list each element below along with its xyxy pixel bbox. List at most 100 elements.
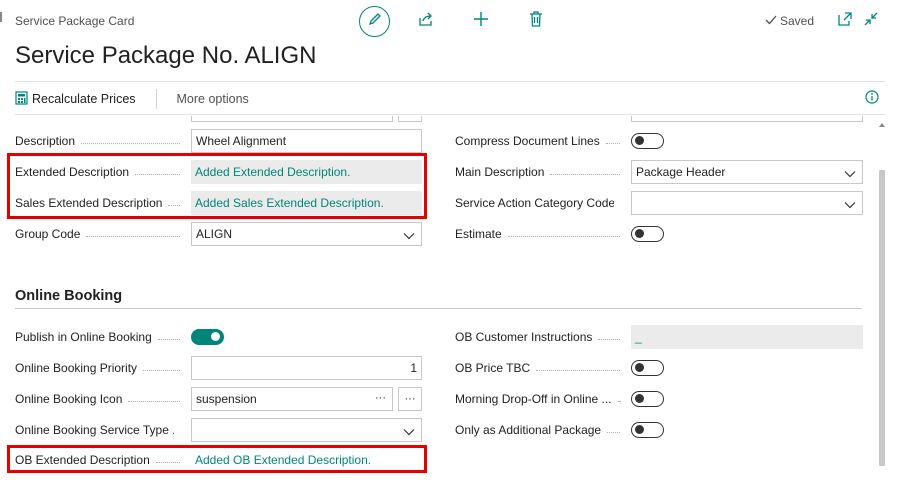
publish-label-row: Publish in Online Booking <box>15 325 186 349</box>
description-label: Description <box>15 134 76 148</box>
open-new-window-icon[interactable] <box>838 12 852 31</box>
compress-document-lines-label: Compress Document Lines <box>455 134 600 148</box>
page-caption: Service Package Card <box>15 14 135 28</box>
label-dots <box>507 235 620 237</box>
morning-dropoff-label-row: Morning Drop-Off in Online ... <box>455 387 626 411</box>
service-action-category-select[interactable] <box>631 191 863 215</box>
compress-document-lines-toggle[interactable] <box>631 133 664 149</box>
icon-label-row: Online Booking Icon <box>15 387 186 411</box>
share-button[interactable] <box>416 12 436 32</box>
action-bar-divider <box>15 114 885 115</box>
main-description-value: Package Header <box>636 165 726 179</box>
online-booking-icon-label: Online Booking Icon <box>15 392 123 406</box>
online-booking-service-type-label: Online Booking Service Type ... <box>15 423 174 437</box>
delete-icon <box>529 11 543 32</box>
group-code-label: Group Code <box>15 227 81 241</box>
chevron-down-icon <box>403 229 415 243</box>
label-dots <box>157 338 180 340</box>
only-additional-package-toggle[interactable] <box>631 422 664 438</box>
ob-price-tbc-toggle[interactable] <box>631 360 664 376</box>
description-input[interactable]: Wheel Alignment <box>191 129 422 153</box>
customer-instructions-label-row: OB Customer Instructions <box>455 325 626 349</box>
ob-price-tbc-label: OB Price TBC <box>455 361 531 375</box>
saved-label: Saved <box>780 14 815 28</box>
saved-indicator: Saved <box>765 14 814 28</box>
online-booking-priority-input[interactable]: 1 <box>191 356 422 380</box>
label-dots <box>607 431 620 433</box>
header-actions <box>359 6 546 37</box>
calculator-icon <box>15 90 28 108</box>
label-dots <box>128 400 180 402</box>
ellipsis-icon[interactable]: ··· <box>375 392 386 404</box>
collapse-icon[interactable] <box>864 12 878 31</box>
service-action-category-label: Service Action Category Code <box>455 196 614 210</box>
previous-row-right-input[interactable] <box>631 116 863 122</box>
ob-customer-instructions-value[interactable]: _ <box>631 325 863 349</box>
additional-package-label-row: Only as Additional Package <box>455 418 626 442</box>
window-controls <box>838 12 878 31</box>
label-dots <box>536 369 620 371</box>
page-content: Description Wheel Alignment Extended Des… <box>0 116 878 493</box>
price-tbc-label-row: OB Price TBC <box>455 356 626 380</box>
group-code-value: ALIGN <box>196 227 233 241</box>
publish-online-booking-toggle[interactable] <box>191 329 224 345</box>
edit-icon <box>368 12 382 31</box>
online-booking-service-type-select[interactable] <box>191 418 422 442</box>
label-dots <box>598 338 620 340</box>
ob-customer-instructions-label: OB Customer Instructions <box>455 330 593 344</box>
ellipsis-icon: ··· <box>404 393 416 405</box>
label-dots <box>617 400 620 402</box>
group-code-select[interactable]: ALIGN <box>191 222 422 246</box>
page-title: Service Package No. ALIGN <box>15 42 317 69</box>
online-booking-icon-lookup-button[interactable]: ··· <box>398 387 422 411</box>
service-action-label-row: Service Action Category Code <box>455 191 626 215</box>
label-dots <box>605 142 620 144</box>
online-booking-priority-label: Online Booking Priority <box>15 361 138 375</box>
label-dots <box>81 142 180 144</box>
share-icon <box>418 11 434 32</box>
label-dots <box>86 235 180 237</box>
edit-button[interactable] <box>359 6 390 37</box>
chevron-down-icon <box>403 425 415 439</box>
morning-dropoff-label: Morning Drop-Off in Online ... <box>455 392 612 406</box>
main-description-label: Main Description <box>455 165 545 179</box>
compress-label-row: Compress Document Lines <box>455 129 626 153</box>
label-dots <box>143 369 180 371</box>
morning-dropoff-toggle[interactable] <box>631 391 664 407</box>
new-icon <box>473 11 489 32</box>
only-additional-package-label: Only as Additional Package <box>455 423 602 437</box>
online-booking-section-title[interactable]: Online Booking <box>15 288 122 304</box>
estimate-label: Estimate <box>455 227 502 241</box>
delete-button[interactable] <box>526 11 546 32</box>
new-button[interactable] <box>471 12 491 32</box>
action-bar: Recalculate Prices More options <box>15 88 249 110</box>
service-type-label-row: Online Booking Service Type ... <box>15 418 186 442</box>
priority-label-row: Online Booking Priority <box>15 356 186 380</box>
checkmark-icon <box>765 14 777 28</box>
recalculate-prices-label: Recalculate Prices <box>32 92 136 106</box>
chevron-down-icon <box>844 167 856 181</box>
title-divider <box>15 81 885 82</box>
main-description-select[interactable]: Package Header <box>631 160 863 184</box>
recalculate-prices-button[interactable]: Recalculate Prices <box>15 90 136 108</box>
description-label-row: Description <box>15 129 186 153</box>
estimate-label-row: Estimate <box>455 222 626 246</box>
online-booking-icon-value: suspension <box>196 392 257 406</box>
label-dots <box>550 173 620 175</box>
previous-row-input[interactable] <box>191 116 393 122</box>
highlight-box-extended-descriptions <box>7 153 427 219</box>
scrollbar-thumb[interactable] <box>879 170 885 466</box>
highlight-box-ob-extended-description <box>7 445 427 473</box>
more-options-button[interactable]: More options <box>177 92 249 106</box>
previous-row-lookup[interactable] <box>398 116 422 122</box>
section-divider <box>15 308 862 309</box>
action-separator <box>155 89 157 109</box>
online-booking-icon-input[interactable]: suspension ··· <box>191 387 393 411</box>
chevron-down-icon <box>844 198 856 212</box>
window-edge-marker <box>0 12 2 22</box>
scroll-up-arrow[interactable] <box>878 116 886 127</box>
estimate-toggle[interactable] <box>631 226 664 242</box>
group-code-label-row: Group Code <box>15 222 186 246</box>
info-icon[interactable] <box>865 90 879 109</box>
publish-online-booking-label: Publish in Online Booking <box>15 330 152 344</box>
